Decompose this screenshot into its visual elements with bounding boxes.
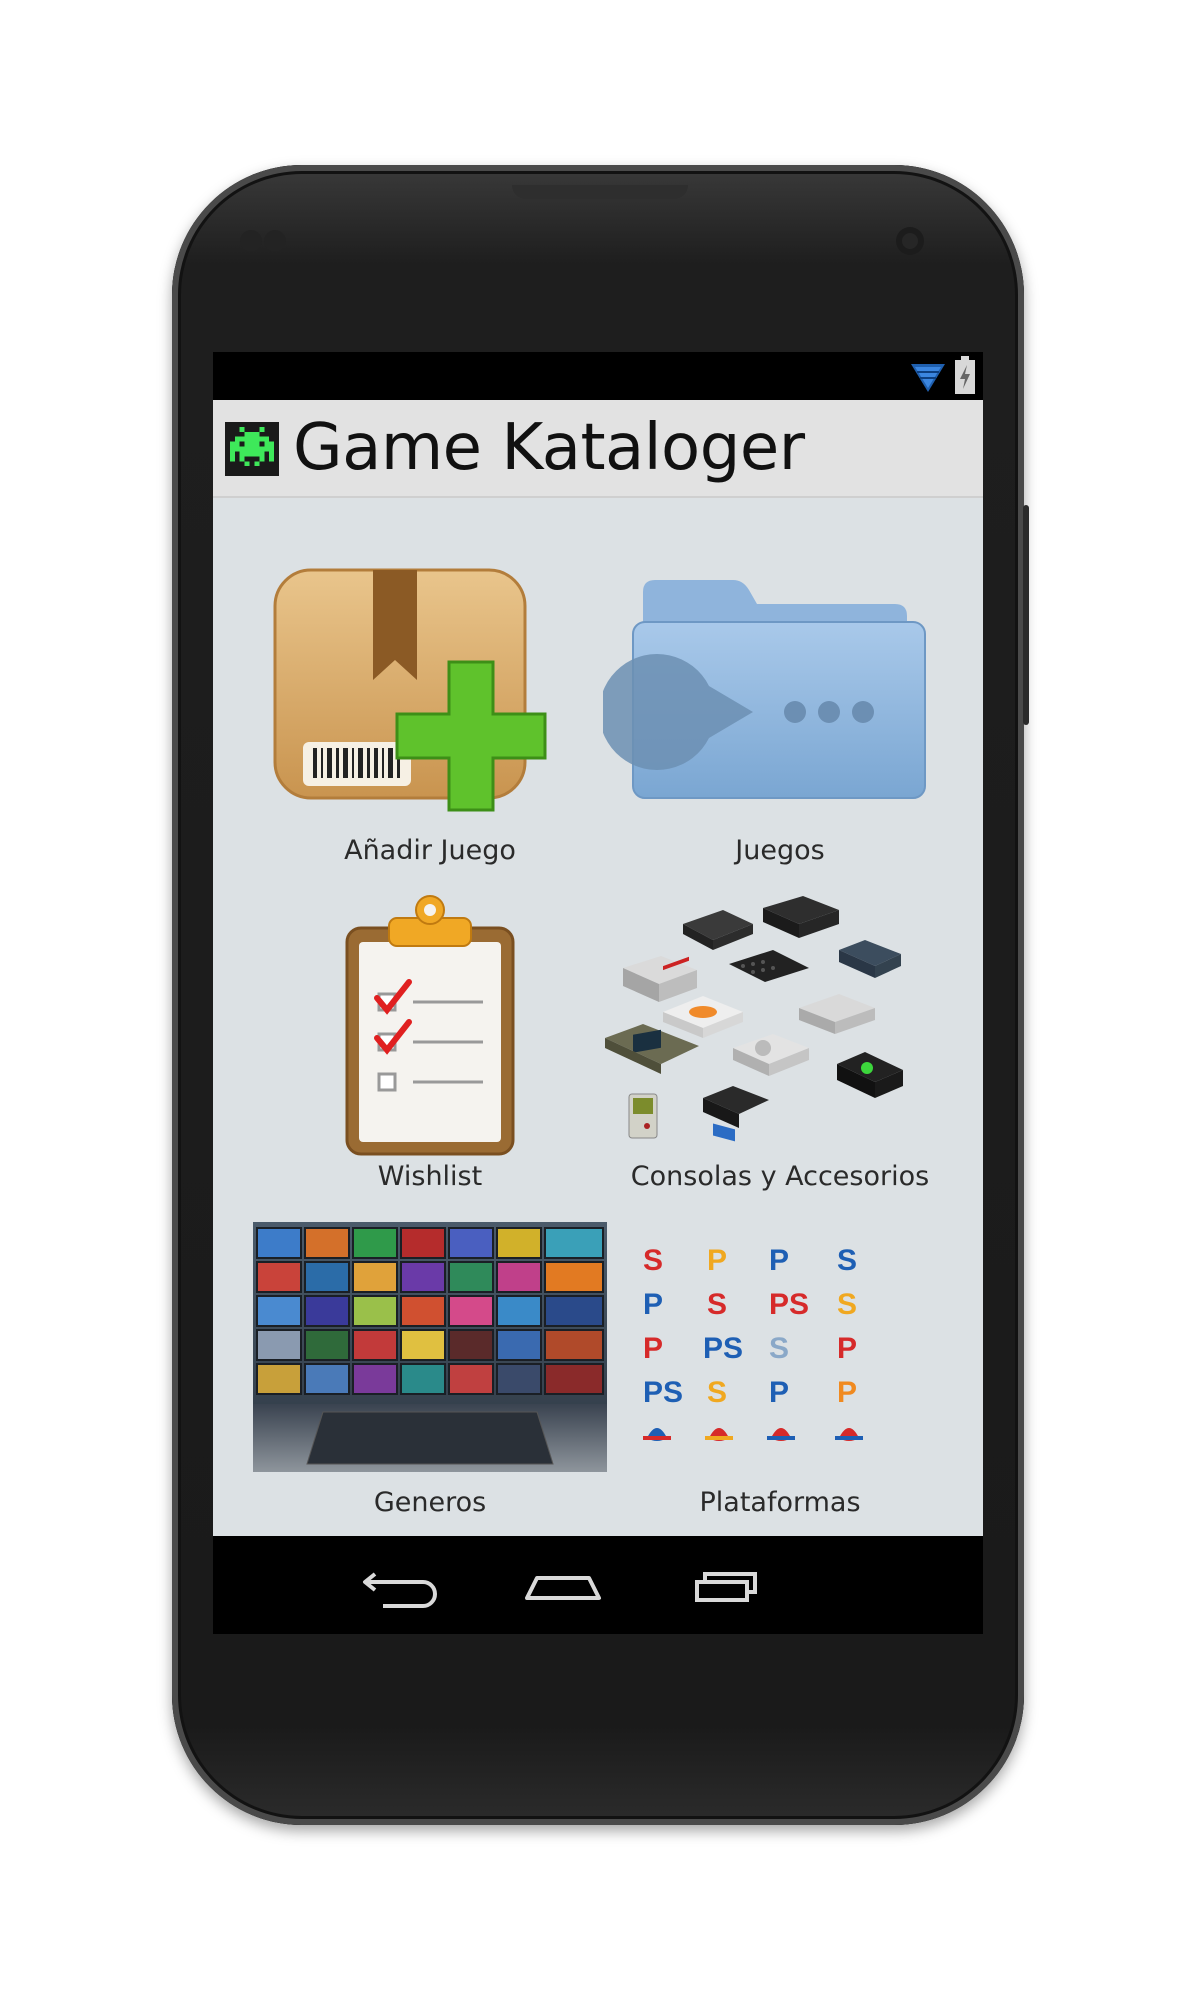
svg-text:P: P <box>769 1244 789 1277</box>
earpiece-speaker <box>512 185 688 199</box>
menu-label-genres: Generos <box>373 1487 487 1518</box>
svg-text:S: S <box>707 1288 727 1321</box>
svg-text:S: S <box>837 1244 857 1277</box>
menu-label-consoles: Consolas y Accesorios <box>630 1161 930 1192</box>
front-camera <box>896 227 924 255</box>
svg-text:P: P <box>769 1376 789 1409</box>
svg-text:PS: PS <box>643 1376 683 1409</box>
menu-tile-consoles[interactable]: Consolas y Accesorios <box>603 888 957 1198</box>
recents-icon[interactable] <box>673 1558 773 1614</box>
power-button[interactable] <box>1023 505 1029 725</box>
wifi-icon <box>911 364 945 392</box>
menu-label-wishlist: Wishlist <box>377 1161 483 1192</box>
svg-text:P: P <box>643 1288 663 1321</box>
action-bar: Game Kataloger <box>213 400 983 498</box>
light-sensor <box>264 230 286 252</box>
navigation-bar <box>213 1536 983 1634</box>
menu-label-games: Juegos <box>735 835 825 866</box>
game-screens-wall-icon <box>253 1222 607 1472</box>
menu-tile-games[interactable]: Juegos <box>603 562 957 872</box>
back-icon[interactable] <box>353 1558 453 1614</box>
menu-label-platforms: Plataformas <box>699 1487 861 1518</box>
clipboard-checklist-icon <box>345 895 515 1156</box>
status-bar <box>213 352 983 400</box>
svg-text:S: S <box>837 1288 857 1321</box>
svg-text:P: P <box>837 1376 857 1409</box>
battery-charging-icon <box>955 356 975 394</box>
main-menu-grid: Añadir Juego Juegos Wishlist Consolas y … <box>213 498 983 1536</box>
menu-tile-genres[interactable]: Generos <box>253 1214 607 1524</box>
consoles-collage-icon <box>605 896 903 1142</box>
pacman-folder-icon <box>603 580 926 799</box>
space-invader-icon[interactable] <box>225 422 279 476</box>
menu-tile-add-game[interactable]: Añadir Juego <box>253 562 607 872</box>
svg-text:PS: PS <box>703 1332 743 1365</box>
package-add-icon <box>273 568 547 812</box>
proximity-sensor <box>240 230 262 252</box>
svg-text:PS: PS <box>769 1288 809 1321</box>
menu-tile-platforms[interactable]: SPPS P S PS S P PS S P PS S P P Plataformas <box>603 1214 957 1524</box>
app-title: Game Kataloger <box>293 411 805 485</box>
svg-text:S: S <box>707 1376 727 1409</box>
device-screen: Game Kataloger Añadir Juego Juegos Wishl… <box>213 352 983 1634</box>
svg-text:S: S <box>769 1332 789 1365</box>
svg-text:P: P <box>643 1332 663 1365</box>
menu-label-add-game: Añadir Juego <box>344 835 516 866</box>
home-icon[interactable] <box>513 1558 613 1614</box>
platform-logos-icon: SPPS P S PS S P PS S P PS S P P <box>643 1244 863 1441</box>
svg-text:P: P <box>837 1332 857 1365</box>
menu-tile-wishlist[interactable]: Wishlist <box>253 888 607 1198</box>
svg-text:S: S <box>643 1244 663 1277</box>
svg-text:P: P <box>707 1244 727 1277</box>
